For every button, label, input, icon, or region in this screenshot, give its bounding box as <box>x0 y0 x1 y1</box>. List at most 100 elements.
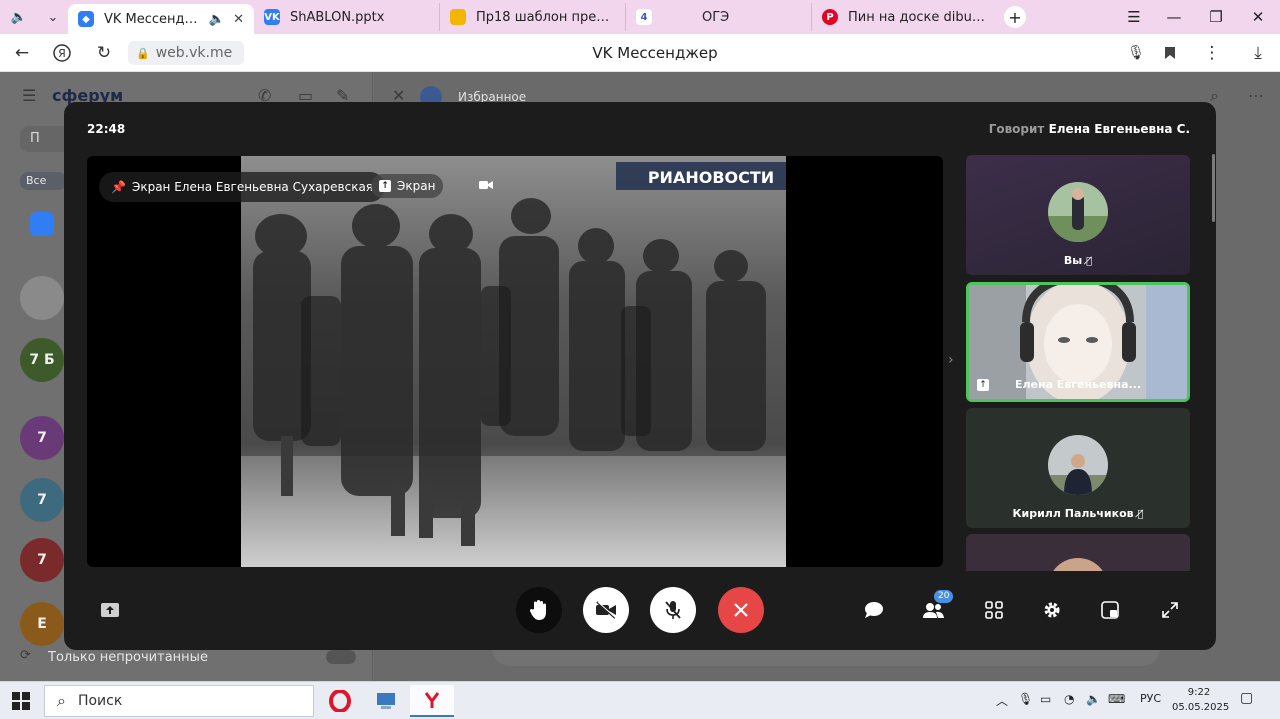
chevron-right-icon[interactable]: › <box>948 352 954 368</box>
tab-vk-messenger[interactable]: ◆ VK Мессенджер 🔈 ✕ <box>68 4 254 34</box>
grid-layout-button[interactable] <box>980 596 1008 624</box>
fullscreen-button[interactable] <box>1156 596 1184 624</box>
participants-scrollbar[interactable] <box>1212 154 1215 222</box>
gear-icon <box>1044 602 1060 618</box>
avatar <box>1048 435 1108 495</box>
tray-microphone-icon[interactable]: 🎙 <box>1018 692 1033 706</box>
participant-tile-elena[interactable]: ↑ Елена Евгеньевна... <box>966 282 1190 402</box>
filter-all[interactable]: Все <box>20 172 66 190</box>
taskbar-search[interactable]: ⌕ Поиск <box>44 685 314 717</box>
tab-audio-icon[interactable]: 🔈 <box>4 4 34 30</box>
close-window-icon[interactable]: ✕ <box>1236 0 1280 34</box>
chat-avatar[interactable]: Е <box>20 602 64 646</box>
search-icon: ⌕ <box>57 691 66 710</box>
volume-icon[interactable]: 🔈 <box>1086 692 1101 706</box>
back-arrow-icon[interactable]: ← <box>10 42 34 64</box>
screen-label-pill: ↑ Экран <box>371 174 444 198</box>
chat-avatar[interactable]: 7 Б <box>20 338 64 382</box>
clock-time: 9:22 <box>1187 687 1211 698</box>
speaking-prefix: Говорит <box>988 122 1045 136</box>
unread-filter-icon: ⟳ <box>20 648 31 663</box>
share-screen-button[interactable] <box>96 596 124 624</box>
url-field[interactable]: 🔒 web.vk.me <box>128 41 244 65</box>
screen-owner-label: Экран Елена Евгеньевна Сухаревская <box>131 180 374 194</box>
screen-label: Экран <box>397 179 436 193</box>
new-tab-button[interactable]: + <box>1004 6 1026 28</box>
search-input[interactable]: П <box>20 126 70 152</box>
notifications-icon[interactable]: ▢ <box>1240 690 1253 706</box>
avatar <box>1048 558 1108 571</box>
slides-favicon-icon <box>450 9 466 25</box>
participants-button[interactable]: 20 <box>920 590 954 624</box>
video-call-window: 22:48 Говорит Елена Евгеньевна С. РИАНОВ… <box>64 102 1216 650</box>
tray-chevron-icon[interactable]: ︿ <box>996 692 1008 709</box>
chat-avatar[interactable]: 7 <box>20 416 64 460</box>
tab-title: VK Мессенджер <box>104 11 205 27</box>
settings-button[interactable] <box>1038 596 1066 624</box>
yandex-logo-icon[interactable]: Я <box>50 42 74 64</box>
pin-icon[interactable]: 📌 <box>111 180 126 194</box>
chat-avatar[interactable]: 7 <box>20 478 64 522</box>
tab-shablon[interactable]: VK ShABLON.pptx <box>254 3 440 31</box>
end-call-button[interactable] <box>718 587 764 633</box>
tab-pinterest[interactable]: P Пин на доске dibujos.para <box>812 3 998 31</box>
restore-icon[interactable]: ❐ <box>1194 0 1238 34</box>
participant-tile[interactable] <box>966 534 1190 571</box>
lock-icon: 🔒 <box>136 46 150 60</box>
chat-avatar[interactable] <box>20 276 64 320</box>
menu-icon[interactable]: ☰ <box>22 86 36 105</box>
close-icon <box>734 603 748 617</box>
pinterest-favicon-icon: P <box>822 9 838 25</box>
tab-oge[interactable]: 4 ОГЭ <box>626 3 812 31</box>
participant-tile-you[interactable]: Вы 🎙̸ <box>966 155 1190 275</box>
call-duration: 22:48 <box>87 122 126 136</box>
tab-title: ShABLON.pptx <box>290 9 385 25</box>
more-icon[interactable]: ⋯ <box>1248 86 1264 105</box>
picture-in-picture-icon <box>1101 601 1119 619</box>
vk-favicon-icon: ◆ <box>78 11 94 27</box>
camera-icon[interactable] <box>479 180 493 190</box>
camera-off-button[interactable] <box>583 587 629 633</box>
wifi-icon[interactable]: ◔ <box>1064 692 1074 706</box>
participants-panel: Вы 🎙̸ ↑ Елена Евгеньевна... Кирилл Пальч… <box>966 155 1192 571</box>
participant-name: Кирилл Пальчиков 🎙̸ <box>1012 507 1144 520</box>
tab-speaker-icon: 🔈 <box>208 11 226 27</box>
keyboard-icon[interactable]: ⌨ <box>1108 692 1125 706</box>
picture-in-picture-button[interactable] <box>1096 596 1124 624</box>
opera-app-icon[interactable] <box>318 685 362 717</box>
download-icon[interactable]: ⤓ <box>1246 42 1270 64</box>
close-tab-icon[interactable]: ✕ <box>233 12 244 27</box>
microphone-icon[interactable]: 🎙 <box>1124 42 1148 64</box>
participant-tile-kirill[interactable]: Кирилл Пальчиков 🎙̸ <box>966 408 1190 528</box>
reload-icon[interactable]: ↻ <box>92 42 116 64</box>
screen-owner-pill: 📌 Экран Елена Евгеньевна Сухаревская <box>99 172 386 202</box>
microphone-off-button[interactable] <box>650 587 696 633</box>
more-options-icon[interactable]: ⋮ <box>1200 42 1224 64</box>
raise-hand-button[interactable] <box>516 587 562 633</box>
browser-menu-icon[interactable]: ☰ <box>1112 0 1156 34</box>
muted-mic-icon: 🎙̸ <box>1137 509 1144 520</box>
tab-presentation[interactable]: Пр18 шаблон презентаци <box>440 3 626 31</box>
network-app-icon[interactable] <box>364 685 408 717</box>
windows-start-icon[interactable] <box>12 692 30 710</box>
expand-icon <box>1162 602 1178 618</box>
bookmark-icon[interactable] <box>1158 42 1182 64</box>
yandex-browser-app-icon[interactable] <box>410 685 454 717</box>
language-indicator[interactable]: РУС <box>1140 692 1161 705</box>
chat-app-icon[interactable] <box>30 212 54 236</box>
system-clock[interactable]: 9:22 05.05.2025 <box>1172 685 1229 715</box>
only-unread-toggle[interactable] <box>326 650 356 664</box>
screen-share-icon: ↑ <box>379 180 391 192</box>
battery-icon[interactable]: ▭ <box>1040 692 1051 706</box>
vk-favicon-icon: VK <box>264 9 280 25</box>
grid-icon <box>985 601 1003 619</box>
tab-list-chevron-icon[interactable]: ⌄ <box>38 4 68 30</box>
chat-avatar[interactable]: 7 <box>20 538 64 582</box>
screen-share-view[interactable]: РИАНОВОСТИ 📌 Экран Елена Евгеньевна Суха… <box>87 156 943 567</box>
windows-taskbar: ⌕ Поиск ︿ 🎙 ▭ ◔ 🔈 ⌨ РУС 9:22 05.05.2025 … <box>0 681 1280 719</box>
svg-text:Я: Я <box>58 47 66 60</box>
search-icon[interactable]: ⌕ <box>1210 86 1219 106</box>
minimize-icon[interactable]: — <box>1152 0 1196 34</box>
avatar <box>1048 182 1108 242</box>
chat-button[interactable] <box>860 596 888 624</box>
